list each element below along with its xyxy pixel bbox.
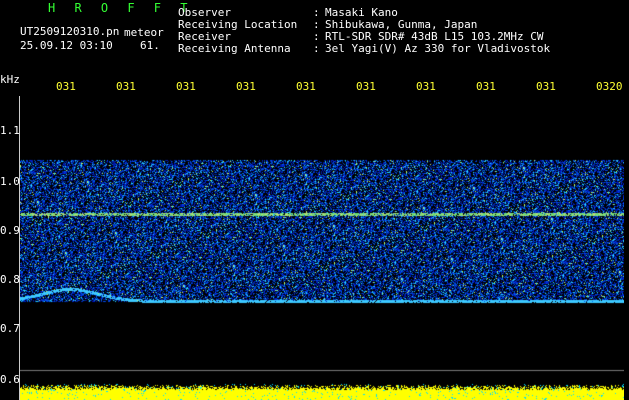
filename-label: UT2509120310.pn	[20, 25, 120, 38]
meteor-count: 61.	[140, 39, 160, 52]
datetime-label: 25.09.12 03:10	[20, 39, 113, 52]
info-row-receiver: Receiver : RTL-SDR SDR# 43dB L15 103.2MH…	[178, 30, 550, 43]
app-title: H R O F F T	[48, 1, 194, 15]
info-value: Shibukawa, Gunma, Japan	[325, 18, 478, 31]
time-tick: 031	[476, 80, 496, 93]
info-value: RTL-SDR SDR# 43dB L15 103.2MHz CW	[325, 30, 544, 43]
info-key: Receiver	[178, 30, 231, 43]
frequency-unit-label: kHz	[0, 73, 20, 86]
time-tick: 031	[416, 80, 436, 93]
frequency-tick: 0.9	[0, 224, 20, 237]
station-info: Observer : Masaki Kano Receiving Locatio…	[178, 6, 551, 55]
time-tick: 031	[236, 80, 256, 93]
time-tick: 031	[176, 80, 196, 93]
info-separator: :	[313, 18, 320, 31]
info-key: Receiving Location	[178, 18, 298, 31]
spectrogram-image	[20, 96, 624, 400]
time-tick: 0320	[596, 80, 623, 93]
info-key: Observer	[178, 6, 231, 19]
time-tick: 031	[116, 80, 136, 93]
info-separator: :	[313, 6, 320, 19]
frequency-tick: 0.6	[0, 373, 20, 386]
info-row-antenna: Receiving Antenna : 3el Yagi(V) Az 330 f…	[178, 42, 551, 55]
time-tick: 031	[56, 80, 76, 93]
time-tick: 031	[536, 80, 556, 93]
info-value: Masaki Kano	[325, 6, 398, 19]
time-tick: 031	[296, 80, 316, 93]
frequency-tick: 0.8	[0, 273, 20, 286]
meteor-label: meteor	[124, 26, 164, 39]
frequency-tick: 1.0	[0, 175, 20, 188]
info-key: Receiving Antenna	[178, 42, 291, 55]
info-row-location: Receiving Location : Shibukawa, Gunma, J…	[178, 18, 550, 31]
frequency-tick: 1.1	[0, 124, 20, 137]
info-separator: :	[313, 30, 320, 43]
info-value: 3el Yagi(V) Az 330 for Vladivostok	[325, 42, 551, 55]
info-separator: :	[313, 42, 320, 55]
frequency-tick: 0.7	[0, 322, 20, 335]
info-row-observer: Observer : Masaki Kano	[178, 6, 550, 19]
time-tick: 031	[356, 80, 376, 93]
